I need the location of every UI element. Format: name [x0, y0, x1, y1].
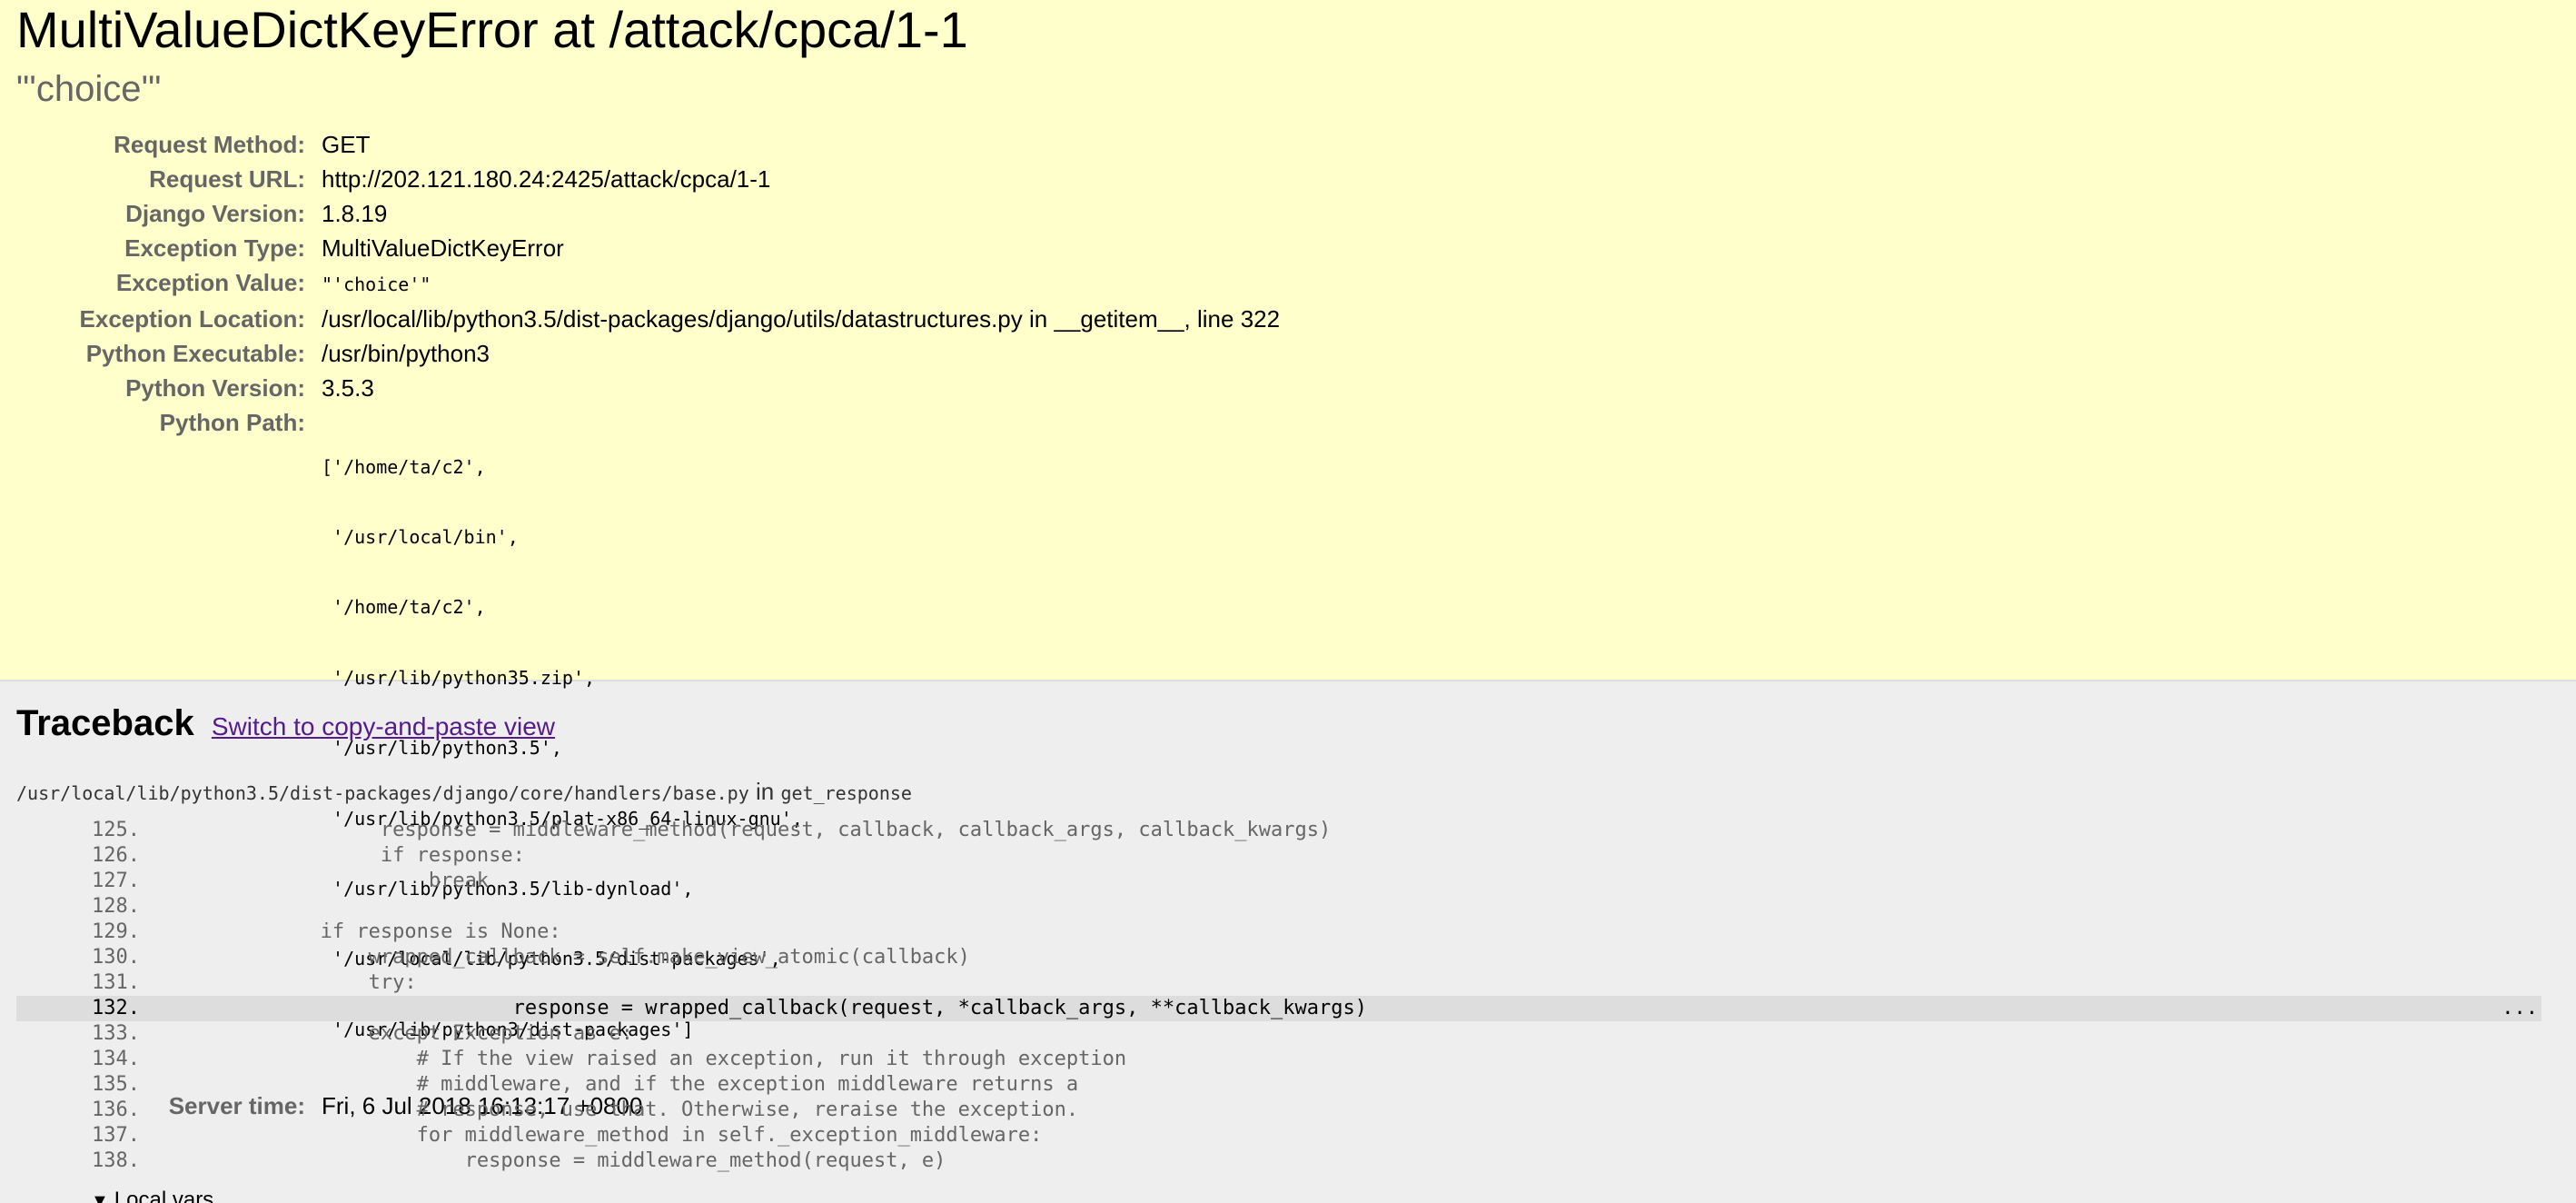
code-line[interactable]: 126. if response: [16, 843, 2541, 869]
code-line[interactable]: 129. if response is None: [16, 920, 2541, 945]
code-line[interactable]: 125. response = middleware_method(reques… [16, 818, 2541, 843]
meta-row-exception-type: Exception Type: MultiValueDictKeyError [16, 231, 1280, 265]
code-line[interactable]: 135. # middleware, and if the exception … [16, 1072, 2541, 1098]
line-number: 125. [92, 819, 140, 841]
line-number: 127. [92, 870, 140, 892]
meta-row-python-version: Python Version: 3.5.3 [16, 371, 1280, 405]
line-number: 136. [92, 1099, 140, 1121]
python-path-item: ['/home/ta/c2', [322, 455, 486, 478]
meta-label: Python Version: [125, 374, 305, 402]
line-number: 133. [92, 1022, 140, 1045]
traceback-title: Traceback [16, 703, 194, 743]
line-number: 128. [92, 895, 140, 918]
line-number: 134. [92, 1048, 140, 1070]
code-line-current[interactable]: 132. response = wrapped_callback(request… [16, 996, 2541, 1021]
code-line[interactable]: 128. [16, 894, 2541, 920]
line-code: # middleware, and if the exception middl… [140, 1073, 1079, 1096]
code-line[interactable]: 130. wrapped_callback = self.make_view_a… [16, 945, 2541, 970]
triangle-down-icon: ▼ [91, 1191, 109, 1203]
code-context: 125. response = middleware_method(reques… [16, 818, 2560, 1174]
meta-value: /usr/local/lib/python3.5/dist-packages/d… [322, 305, 1281, 333]
line-code: if response is None: [140, 920, 561, 943]
code-line[interactable]: 133. except Exception as e: [16, 1021, 2541, 1047]
meta-label: Request URL: [149, 165, 305, 193]
meta-value: 1.8.19 [322, 200, 388, 227]
meta-row-request-url: Request URL: http://202.121.180.24:2425/… [16, 162, 1280, 196]
line-code: except Exception as e: [140, 1022, 634, 1045]
python-path-item: '/usr/local/bin', [322, 525, 519, 548]
exception-value-code: "'choice'" [322, 273, 431, 295]
line-number: 131. [92, 971, 140, 994]
frame-header: /usr/local/lib/python3.5/dist-packages/d… [16, 776, 2560, 809]
code-line[interactable]: 134. # If the view raised an exception, … [16, 1047, 2541, 1072]
meta-value: http://202.121.180.24:2425/attack/cpca/1… [322, 165, 771, 193]
meta-label: Exception Value: [115, 269, 305, 296]
meta-row-exception-location: Exception Location: /usr/local/lib/pytho… [16, 302, 1281, 336]
code-line[interactable]: 131. try: [16, 970, 2541, 996]
meta-value: "'choice'" [322, 265, 1280, 302]
line-number: 137. [92, 1124, 140, 1147]
frame-file-path: /usr/local/lib/python3.5/dist-packages/d… [16, 782, 749, 804]
code-line[interactable]: 137. for middleware_method in self._exce… [16, 1123, 2541, 1148]
switch-to-copy-paste-link[interactable]: Switch to copy-and-paste view [212, 712, 555, 741]
line-code: response = middleware_method(request, ca… [140, 819, 1332, 841]
line-number: 130. [92, 946, 140, 969]
line-number: 135. [92, 1073, 140, 1096]
line-code: response = wrapped_callback(request, *ca… [140, 997, 1368, 1019]
frame-in-word: in [755, 778, 775, 805]
code-line[interactable]: 136. # response, use that. Otherwise, re… [16, 1098, 2541, 1123]
meta-label: Django Version: [125, 200, 305, 227]
line-number: 138. [92, 1149, 140, 1172]
line-number: 132. [92, 997, 140, 1019]
code-line[interactable]: 138. response = middleware_method(reques… [16, 1148, 2541, 1174]
meta-label: Exception Type: [124, 234, 305, 262]
line-code: # response, use that. Otherwise, reraise… [140, 1099, 1079, 1121]
meta-label: Exception Location: [79, 305, 305, 333]
meta-label: Request Method: [114, 131, 305, 158]
traceback-section: Traceback Switch to copy-and-paste view … [0, 681, 2576, 1203]
local-vars-toggle[interactable]: ▼ Local vars [91, 1187, 2560, 1203]
traceback-heading: Traceback Switch to copy-and-paste view [16, 681, 2560, 749]
python-path-item: '/home/ta/c2', [322, 596, 486, 619]
meta-row-django-version: Django Version: 1.8.19 [16, 196, 1280, 231]
meta-label: Python Executable: [85, 340, 305, 367]
line-number: 126. [92, 844, 140, 867]
line-code: response = middleware_method(request, e) [140, 1149, 946, 1172]
page-title: MultiValueDictKeyError at /attack/cpca/1… [16, 1, 968, 58]
line-code: if response: [140, 844, 525, 867]
exception-value-heading: "'choice'" [16, 69, 162, 109]
meta-row-python-executable: Python Executable: /usr/bin/python3 [16, 336, 1280, 371]
line-code: break [140, 870, 490, 892]
line-number: 129. [92, 920, 140, 943]
meta-value: 3.5.3 [322, 374, 374, 402]
expand-context-ellipsis[interactable]: ... [2502, 996, 2538, 1021]
meta-value: MultiValueDictKeyError [322, 234, 564, 262]
meta-row-exception-value: Exception Value: "'choice'" [16, 265, 1280, 302]
line-code: # If the view raised an exception, run i… [140, 1048, 1127, 1070]
code-line[interactable]: 127. break [16, 869, 2541, 894]
line-code: for middleware_method in self._exception… [140, 1124, 1043, 1147]
frame-function-name: get_response [780, 782, 912, 804]
meta-value: /usr/bin/python3 [322, 340, 490, 367]
summary-panel: MultiValueDictKeyError at /attack/cpca/1… [0, 0, 2576, 1119]
line-code: try: [140, 971, 417, 994]
meta-value: GET [322, 131, 371, 158]
meta-row-request-method: Request Method: GET [16, 127, 1280, 162]
line-code: wrapped_callback = self.make_view_atomic… [140, 946, 970, 969]
local-vars-label: Local vars [114, 1188, 214, 1203]
